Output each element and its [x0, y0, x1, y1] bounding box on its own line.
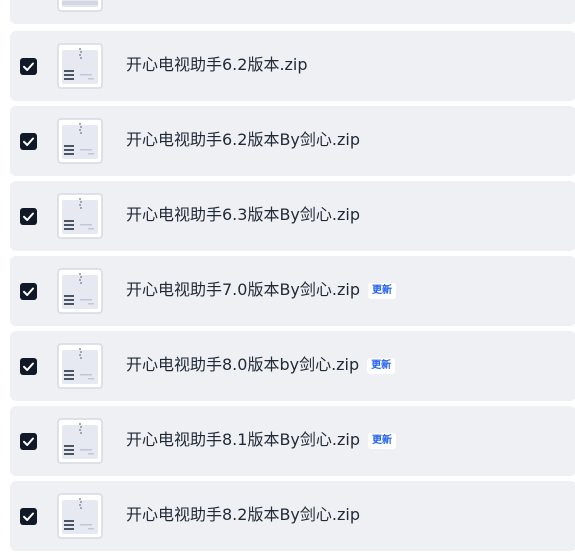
file-row[interactable]: 开心电视助手6.2版本By剑心.zip	[10, 106, 575, 176]
file-name[interactable]: 开心电视助手8.0版本by剑心.zip 更新	[126, 355, 396, 375]
update-badge: 更新	[367, 433, 396, 449]
file-name[interactable]: 开心电视助手8.2版本By剑心.zip	[126, 505, 360, 525]
zip-file-icon	[56, 117, 104, 165]
checkbox-checked-icon[interactable]	[20, 358, 37, 375]
checkbox-checked-icon[interactable]	[20, 508, 37, 525]
file-name[interactable]: 开心电视助手6.3版本By剑心.zip	[126, 205, 360, 225]
checkbox-checked-icon[interactable]	[20, 133, 37, 150]
file-name[interactable]: 开心电视助手8.1版本By剑心.zip 更新	[126, 430, 396, 450]
file-name[interactable]: 开心电视助手7.0版本By剑心.zip 更新	[126, 280, 396, 300]
checkbox-checked-icon[interactable]	[20, 208, 37, 225]
file-row[interactable]: 开心电视助手8.1版本By剑心.zip 更新	[10, 406, 575, 476]
zip-file-icon	[56, 417, 104, 465]
file-row[interactable]: 开心电视助手6.2版本.zip	[10, 31, 575, 101]
file-row[interactable]: 开心电视助手8.2版本By剑心.zip	[10, 481, 575, 551]
file-name-text[interactable]: 开心电视助手6.2版本By剑心.zip	[126, 130, 360, 149]
checkbox-checked-icon[interactable]	[20, 58, 37, 75]
file-name-text[interactable]: 开心电视助手6.2版本.zip	[126, 55, 308, 74]
file-name-text[interactable]: 开心电视助手8.0版本by剑心.zip	[126, 355, 359, 374]
file-name-text[interactable]: 开心电视助手8.1版本By剑心.zip	[126, 430, 360, 449]
checkbox-checked-icon[interactable]	[20, 433, 37, 450]
zip-file-icon	[56, 192, 104, 240]
file-name-text[interactable]: 开心电视助手7.0版本By剑心.zip	[126, 280, 360, 299]
zip-file-icon	[56, 267, 104, 315]
zip-file-icon	[56, 0, 104, 13]
file-name-text[interactable]: 开心电视助手6.3版本By剑心.zip	[126, 205, 360, 224]
file-name[interactable]: 开心电视助手6.2版本.zip	[126, 55, 308, 75]
zip-file-icon	[56, 42, 104, 90]
update-badge: 更新	[367, 358, 396, 374]
zip-file-icon	[56, 342, 104, 390]
file-row[interactable]: 开心电视助手6.3版本By剑心.zip	[10, 181, 575, 251]
file-name[interactable]: 开心电视助手6.2版本By剑心.zip	[126, 130, 360, 150]
file-list: 开心电视助手6.2版本.zip 开心电视助手6.2版本By剑心.zip 开心电视…	[0, 0, 575, 554]
file-row[interactable]: 开心电视助手7.0版本By剑心.zip 更新	[10, 256, 575, 326]
checkbox-checked-icon[interactable]	[20, 283, 37, 300]
update-badge: 更新	[367, 283, 396, 299]
zip-file-icon	[56, 492, 104, 540]
file-row[interactable]: 开心电视助手8.0版本by剑心.zip 更新	[10, 331, 575, 401]
file-row[interactable]	[10, 0, 575, 24]
file-name-text[interactable]: 开心电视助手8.2版本By剑心.zip	[126, 505, 360, 524]
